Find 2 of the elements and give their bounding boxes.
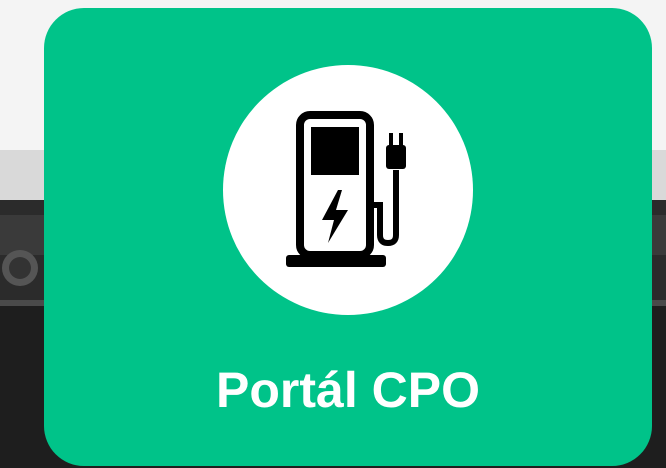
card[interactable]: Portál CPO <box>44 8 652 466</box>
card-title: Portál CPO <box>216 365 480 415</box>
